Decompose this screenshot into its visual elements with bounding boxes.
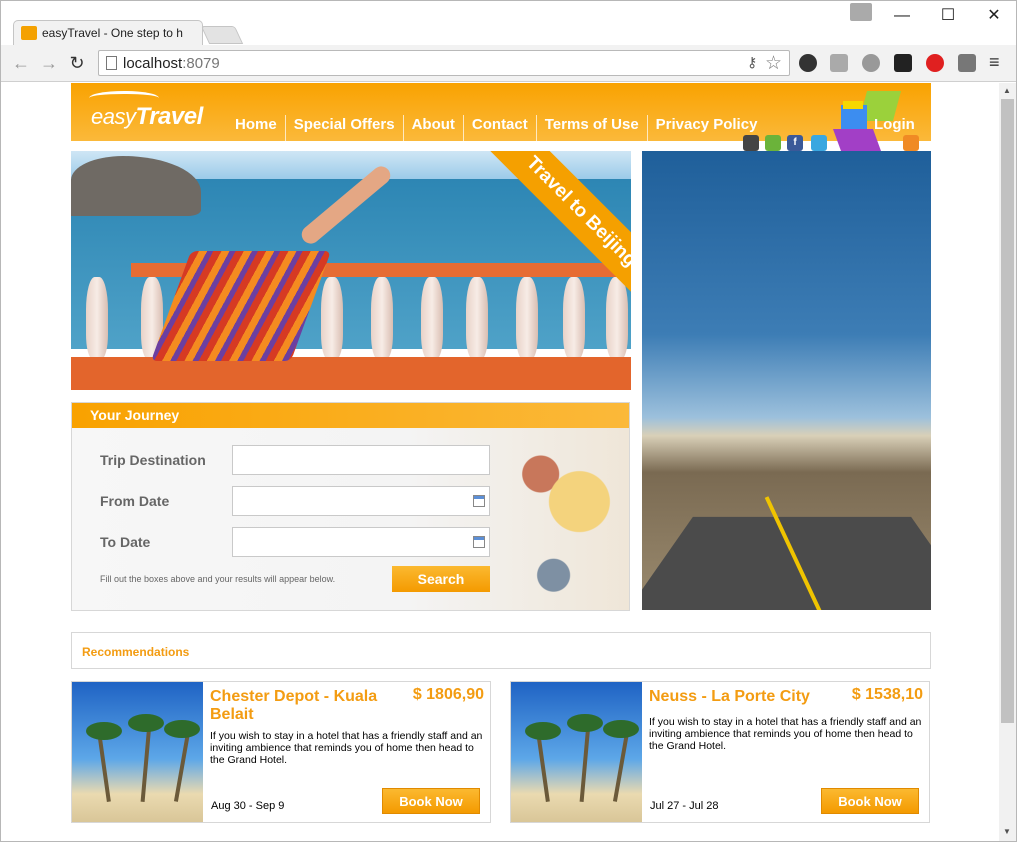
forward-arrow-icon[interactable]: →: [37, 51, 61, 75]
nav-about[interactable]: About: [404, 115, 464, 141]
site-header: easyTravel Home Special Offers About Con…: [71, 83, 931, 151]
card-title[interactable]: Chester Depot - Kuala Belait: [210, 688, 400, 724]
scroll-up-icon[interactable]: ▲: [1003, 86, 1011, 95]
user-profile-icon[interactable]: [850, 3, 872, 21]
nav-contact[interactable]: Contact: [464, 115, 537, 141]
palm-beach-image: [511, 682, 642, 822]
book-now-button[interactable]: Book Now: [821, 788, 919, 814]
card-description: If you wish to stay in a hotel that has …: [649, 716, 922, 752]
nav-home[interactable]: Home: [227, 115, 286, 141]
trip-destination-label: Trip Destination: [100, 452, 206, 468]
lock-extension-icon[interactable]: [862, 54, 880, 72]
apple-icon[interactable]: [743, 135, 759, 151]
journey-search-panel: Your Journey Trip Destination From Date …: [71, 402, 630, 611]
adblock-extension-icon[interactable]: [926, 54, 944, 72]
from-date-input[interactable]: [232, 486, 490, 516]
nav-special-offers[interactable]: Special Offers: [286, 115, 404, 141]
shells-decoration: [502, 428, 629, 610]
browser-window: easyTravel - One step to h — ☐ ✕ ← → ↻ l…: [0, 0, 1017, 842]
to-date-input[interactable]: [232, 527, 490, 557]
rss-icon[interactable]: [903, 135, 919, 151]
hero-image: Travel to Beijing: [71, 151, 631, 390]
page-icon: [106, 56, 117, 70]
back-arrow-icon[interactable]: ←: [9, 51, 33, 75]
nav-terms-of-use[interactable]: Terms of Use: [537, 115, 648, 141]
browser-tab[interactable]: easyTravel - One step to h: [13, 20, 203, 45]
browser-toolbar: ← → ↻ localhost:8079 ⚷ ☆ ≡: [1, 45, 1016, 82]
from-date-label: From Date: [100, 493, 170, 509]
journey-note: Fill out the boxes above and your result…: [100, 574, 336, 584]
card-price: $ 1538,10: [851, 686, 923, 703]
g-extension-icon[interactable]: [830, 54, 848, 72]
card-price: $ 1806,90: [412, 686, 484, 703]
page-viewport: easyTravel Home Special Offers About Con…: [1, 83, 999, 841]
recommendations-title: Recommendations: [82, 645, 190, 659]
url-text: localhost:8079: [123, 55, 220, 72]
maximize-button[interactable]: ☐: [933, 5, 963, 27]
login-link[interactable]: Login: [874, 116, 915, 133]
easytravel-logo[interactable]: easyTravel: [91, 103, 203, 131]
shield-extension-icon[interactable]: [958, 54, 976, 72]
trip-destination-input[interactable]: [232, 445, 490, 475]
android-icon[interactable]: [765, 135, 781, 151]
recommendation-card: Neuss - La Porte City $ 1538,10 If you w…: [510, 681, 930, 823]
menu-icon[interactable]: ≡: [989, 52, 1000, 73]
new-tab-button[interactable]: [200, 26, 244, 44]
scroll-thumb[interactable]: [1001, 99, 1014, 723]
card-dates: Aug 30 - Sep 9: [211, 800, 285, 812]
palm-beach-image: [72, 682, 203, 822]
calendar-icon[interactable]: [473, 536, 485, 548]
reload-icon[interactable]: ↻: [65, 51, 89, 75]
card-title[interactable]: Neuss - La Porte City: [649, 688, 839, 706]
title-bar: easyTravel - One step to h — ☐ ✕: [1, 1, 1016, 45]
key-icon[interactable]: ⚷: [747, 54, 757, 71]
main-nav: Home Special Offers About Contact Terms …: [227, 115, 765, 141]
address-bar[interactable]: localhost:8079 ⚷ ☆: [98, 50, 790, 76]
calendar-icon[interactable]: [473, 495, 485, 507]
easytravel-favicon-icon: [21, 26, 37, 40]
film-extension-icon[interactable]: [894, 54, 912, 72]
scroll-down-icon[interactable]: ▼: [1003, 827, 1011, 836]
bookmark-star-icon[interactable]: ☆: [765, 52, 782, 75]
facebook-icon[interactable]: f: [787, 135, 803, 151]
card-description: If you wish to stay in a hotel that has …: [210, 730, 483, 766]
minimize-button[interactable]: —: [887, 5, 917, 27]
recommendation-card: Chester Depot - Kuala Belait $ 1806,90 I…: [71, 681, 491, 823]
journey-title: Your Journey: [72, 403, 629, 428]
vertical-scrollbar[interactable]: ▲ ▼: [999, 83, 1016, 841]
evernote-extension-icon[interactable]: [799, 54, 817, 72]
card-dates: Jul 27 - Jul 28: [650, 800, 719, 812]
recommendations-header: Recommendations: [71, 632, 931, 669]
twitter-icon[interactable]: [811, 135, 827, 151]
tab-title: easyTravel - One step to h: [42, 26, 183, 40]
search-button[interactable]: Search: [392, 566, 490, 592]
book-now-button[interactable]: Book Now: [382, 788, 480, 814]
close-button[interactable]: ✕: [979, 5, 1009, 27]
to-date-label: To Date: [100, 534, 151, 550]
road-photo: [642, 151, 931, 610]
